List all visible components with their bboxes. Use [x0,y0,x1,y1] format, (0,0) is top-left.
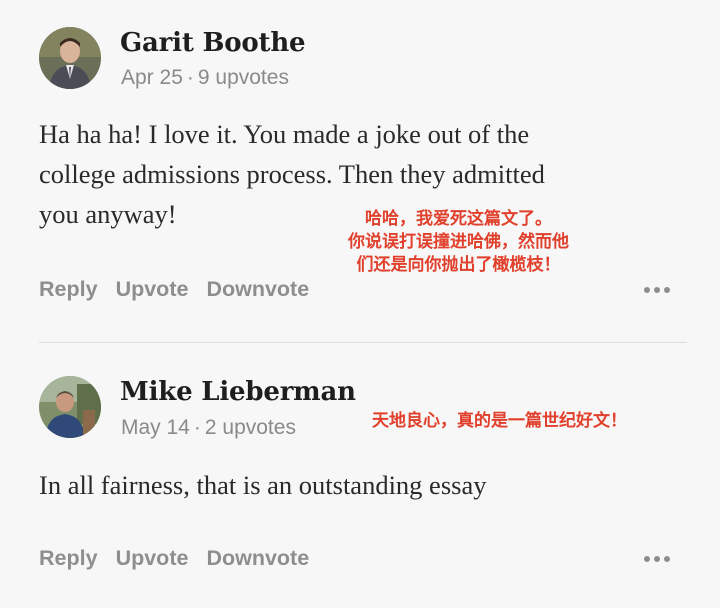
comment-body: In all fairness, that is an outstanding … [39,465,679,505]
annotation-line: 们还是向你抛出了橄榄枝！ [356,255,561,275]
meta-separator: · [193,416,201,439]
author-name[interactable]: Garit Boothe [120,28,306,58]
comment-body-line: In all fairness, that is an outstanding … [39,470,487,500]
comment-meta: May 14 · 2 upvotes [121,416,296,440]
upvote-button[interactable]: Upvote [116,277,189,302]
annotation-line: 哈哈，我爱死这篇文了。 [365,209,552,229]
downvote-button[interactable]: Downvote [206,277,309,302]
reply-button[interactable]: Reply [39,277,98,302]
more-options-icon[interactable] [644,287,670,293]
downvote-button[interactable]: Downvote [206,546,309,571]
annotation-line: 你说误打误撞进哈佛，然而他 [348,232,569,252]
upvote-button[interactable]: Upvote [116,546,189,571]
comment-body-line: Ha ha ha! I love it. You made a joke out… [39,119,530,149]
comment-body-line: college admissions process. Then they ad… [39,159,545,189]
comment-date: Apr 25 [121,66,183,89]
annotation-note-1: 哈哈，我爱死这篇文了。 你说误打误撞进哈佛，然而他 们还是向你抛出了橄榄枝！ [348,208,569,277]
more-options-icon[interactable] [644,556,670,562]
comment-actions: Reply Upvote Downvote [39,277,309,302]
comment-meta: Apr 25 · 9 upvotes [121,66,289,90]
comment-divider [39,342,687,343]
meta-separator: · [186,66,194,89]
upvote-count: 2 upvotes [204,416,296,439]
avatar[interactable] [39,27,101,89]
avatar[interactable] [39,376,101,438]
annotation-note-2: 天地良心，真的是一篇世纪好文！ [372,411,627,431]
comment-date: May 14 [121,416,190,439]
comment-actions: Reply Upvote Downvote [39,546,309,571]
author-name[interactable]: Mike Lieberman [120,377,356,407]
reply-button[interactable]: Reply [39,546,98,571]
upvote-count: 9 upvotes [197,66,289,89]
